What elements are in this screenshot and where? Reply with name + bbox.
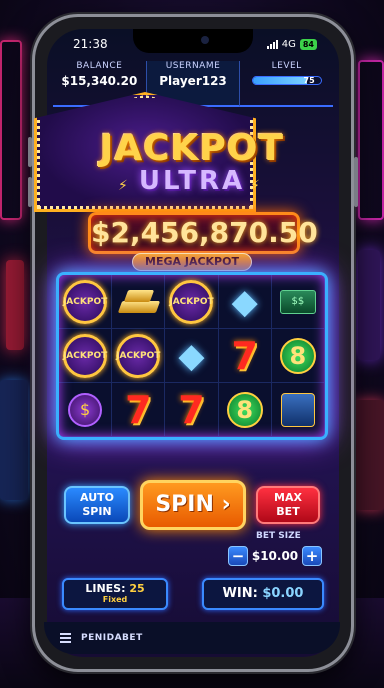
- lines-label: LINES:: [85, 582, 126, 595]
- username-label: USERNAME: [165, 61, 221, 71]
- coin-text: JACKPOT: [116, 350, 161, 361]
- bet-size-stepper: − $10.00 +: [228, 545, 322, 567]
- gold-bars-icon: [118, 287, 161, 317]
- money-bag-icon: $: [68, 392, 103, 427]
- lucky-seven-icon: 7: [178, 387, 205, 432]
- max-bet-label-1: MAX: [274, 491, 302, 504]
- brand-label: PENIDABET: [81, 633, 143, 643]
- signal-icon: [266, 39, 278, 49]
- jackpot-coin-icon: JACKPOT: [116, 333, 161, 378]
- coin-text: JACKPOT: [169, 296, 214, 307]
- spin-button[interactable]: SPIN ›: [140, 480, 246, 530]
- reel-cell: ◆: [218, 275, 272, 329]
- reel-cell: 8: [218, 383, 272, 437]
- slot-machine-right: [354, 400, 384, 510]
- mega-jackpot-label: MEGA JACKPOT: [132, 253, 252, 271]
- jackpot-coin-icon: JACKPOT: [62, 333, 108, 378]
- reel-cell: 7: [165, 383, 219, 437]
- lucky-seven-icon: 7: [231, 333, 258, 378]
- blue-chest-icon: [280, 392, 315, 427]
- reel-cell: JACKPOT: [59, 275, 113, 329]
- auto-spin-label-1: AUTO: [80, 491, 114, 504]
- balance-value: $15,340.20: [61, 74, 138, 88]
- diamond-icon: ◆: [231, 281, 258, 322]
- balance-label: BALANCE: [76, 61, 123, 71]
- header-bar: BALANCE $15,340.20 USERNAME Player123 LE…: [53, 61, 334, 107]
- reel-cell: $: [59, 383, 113, 437]
- jackpot-coin-icon: JACKPOT: [169, 279, 214, 324]
- menu-icon[interactable]: [60, 633, 71, 643]
- slot-reels: JACKPOT JACKPOT ◆ $$ JACKPOT JACKPOT ◆ 7 8 $7 7 8: [56, 272, 328, 440]
- auto-spin-button[interactable]: AUTO SPIN: [64, 486, 130, 524]
- lucky-seven-icon: 7: [125, 387, 152, 432]
- notch: [133, 29, 253, 53]
- chevron-right-icon: ›: [221, 492, 231, 517]
- max-bet-button[interactable]: MAX BET: [256, 486, 320, 524]
- level-progress-fill: [252, 77, 308, 84]
- lines-mode: Fixed: [102, 595, 128, 604]
- lightning-icon-right: ⚡: [250, 178, 260, 194]
- spin-label: SPIN: [155, 492, 214, 517]
- neon-sign-left-2: [6, 260, 24, 350]
- neon-sign-right-2: [358, 250, 380, 360]
- reel-cell: ◆: [165, 329, 219, 383]
- reel-cell: 7: [112, 383, 166, 437]
- coin-text: JACKPOT: [62, 296, 108, 307]
- reel-cell: 8: [271, 329, 325, 383]
- lines-panel: LINES: 25 Fixed: [62, 578, 168, 610]
- bet-increase-button[interactable]: +: [302, 546, 322, 566]
- network-label: 4G: [281, 38, 296, 50]
- bottom-bar: PENIDABET: [44, 622, 340, 654]
- jackpot-coin-icon: JACKPOT: [62, 279, 108, 324]
- bet-value: $10.00: [251, 549, 299, 563]
- level-progress-bar: 75: [251, 76, 322, 85]
- green-eight-icon: 8: [279, 337, 316, 374]
- cash-stack-icon: $$: [279, 289, 316, 314]
- max-bet-label-2: BET: [276, 505, 300, 518]
- reel-cell: $$: [271, 275, 325, 329]
- level-value: 75: [303, 76, 315, 85]
- win-panel: WIN: $0.00: [202, 578, 324, 610]
- battery-icon: 84: [299, 38, 317, 50]
- level-label: LEVEL: [271, 61, 302, 71]
- level-panel: LEVEL 75: [240, 61, 334, 107]
- diamond-icon: ◆: [178, 335, 205, 376]
- slot-machine-left: [0, 380, 28, 500]
- reel-cell: JACKPOT: [112, 329, 166, 383]
- reel-cell: [271, 383, 325, 437]
- reel-cell: [112, 275, 166, 329]
- logo-title: JACKPOT: [99, 128, 285, 169]
- logo-subtitle: ULTRA: [138, 166, 246, 196]
- win-label: WIN:: [222, 586, 258, 601]
- reel-cell: JACKPOT: [59, 329, 113, 383]
- coin-text: JACKPOT: [62, 350, 108, 361]
- jackpot-amount: $2,456,870.50: [88, 212, 318, 254]
- username-value: Player123: [159, 74, 227, 88]
- auto-spin-label-2: SPIN: [82, 505, 112, 518]
- clock: 21:38: [73, 37, 108, 51]
- camera-icon: [201, 36, 209, 44]
- reel-cell: JACKPOT: [165, 275, 219, 329]
- lines-value: 25: [129, 582, 145, 595]
- win-value: $0.00: [262, 586, 304, 601]
- bet-size-label: BET SIZE: [256, 531, 301, 541]
- reel-cell: 7: [218, 329, 272, 383]
- bet-decrease-button[interactable]: −: [228, 546, 248, 566]
- green-eight-icon: 8: [226, 391, 263, 428]
